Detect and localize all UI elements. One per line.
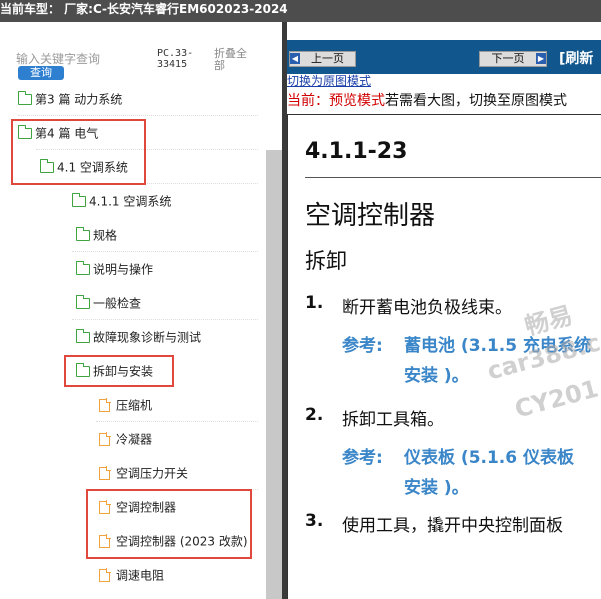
document-icon xyxy=(99,568,111,582)
divider xyxy=(96,421,258,422)
tree-item-label: 4.1.1 空调系统 xyxy=(89,194,172,209)
tree-item-compressor[interactable]: 压缩机 xyxy=(99,388,152,422)
tree-item-label: 故障现象诊断与测试 xyxy=(93,330,202,345)
step-number: 2. xyxy=(305,405,324,425)
next-page-button[interactable]: 下一页 ▶ xyxy=(479,51,547,67)
watermark-text: CY201 xyxy=(511,374,601,424)
step-number: 1. xyxy=(305,293,324,313)
tree-item-label: 调速电阻 xyxy=(116,568,165,583)
prev-page-button[interactable]: ◀ 上一页 xyxy=(289,51,356,67)
tree-item-description[interactable]: 说明与操作 xyxy=(76,252,153,286)
search-input[interactable]: 输入关键字查询 xyxy=(16,50,100,67)
highlight-box-electrical xyxy=(11,119,146,185)
top-bar: 当前车型： 厂家:C-长安汽车睿行EM602023-2024 xyxy=(0,0,601,22)
preview-mode-line: 当前：预览模式若需看大图，切换至原图模式 xyxy=(287,90,567,110)
header-rule xyxy=(305,177,601,178)
search-button[interactable]: 查询 xyxy=(18,66,64,80)
folder-icon xyxy=(76,261,90,275)
document-page: 4.1.1-23 空调控制器 拆卸 1. 断开蓄电池负极线束。 参考: 蓄电池 … xyxy=(287,114,601,599)
tree-item-label: 空调压力开关 xyxy=(116,466,189,481)
tree-item-label: 一般检查 xyxy=(93,296,142,311)
folder-icon xyxy=(18,91,32,105)
tree-item-label: 压缩机 xyxy=(116,398,153,413)
step-text: 断开蓄电池负极线束。 xyxy=(342,298,512,318)
document-viewer: ◀ 上一页 下一页 ▶ [刷新 切换为原图模式 当前：预览模式若需看大图，切换至… xyxy=(287,40,601,599)
reference-label: 参考: xyxy=(342,336,383,356)
highlight-box-controller xyxy=(86,489,252,559)
document-icon xyxy=(99,466,111,480)
document-icon xyxy=(99,398,111,412)
pc-code-label: PC.33-33415 xyxy=(157,48,194,70)
step-text: 使用工具，撬开中央控制面板 xyxy=(342,516,563,536)
arrow-left-icon: ◀ xyxy=(290,53,300,64)
vehicle-model-text: 当前车型： 厂家:C-长安汽车睿行EM602023-2024 xyxy=(0,2,288,16)
document-subtitle: 拆卸 xyxy=(305,249,347,273)
collapse-all-button[interactable]: 折叠全部 xyxy=(214,48,254,72)
tree-item-specs[interactable]: 规格 xyxy=(76,218,117,252)
tree-item-label: 第3 篇 动力系统 xyxy=(35,92,123,107)
divider xyxy=(18,115,258,116)
document-title: 空调控制器 xyxy=(305,201,436,231)
tree-item-pressure-switch[interactable]: 空调压力开关 xyxy=(99,456,188,490)
search-area: 输入关键字查询 查询 PC.33-33415 折叠全部 xyxy=(0,22,260,82)
refresh-link[interactable]: [刷新 xyxy=(559,48,593,68)
arrow-right-icon: ▶ xyxy=(536,53,546,64)
tree-item-diagnosis[interactable]: 故障现象诊断与测试 xyxy=(76,320,201,354)
document-icon xyxy=(99,432,111,446)
folder-icon xyxy=(72,193,86,207)
tree-item-label: 冷凝器 xyxy=(116,432,153,447)
next-page-label: 下一页 xyxy=(491,52,525,65)
switch-original-mode-link[interactable]: 切换为原图模式 xyxy=(287,72,371,89)
prev-page-label: 上一页 xyxy=(311,52,344,65)
folder-icon xyxy=(76,329,90,343)
tree-item-speed-resistor[interactable]: 调速电阻 xyxy=(99,558,164,592)
step-number: 3. xyxy=(305,511,324,531)
highlight-box-removal xyxy=(64,355,174,387)
tree-item-ac-system-411[interactable]: 4.1.1 空调系统 xyxy=(72,184,171,218)
tree-item-label: 规格 xyxy=(93,228,118,243)
tree-item-condenser[interactable]: 冷凝器 xyxy=(99,422,152,456)
step-text: 拆卸工具箱。 xyxy=(342,410,444,430)
reference-link[interactable]: 仪表板 (5.1.6 仪表板 xyxy=(404,443,574,468)
sidebar-tree: 输入关键字查询 查询 PC.33-33415 折叠全部 第3 篇 动力系统 第4… xyxy=(0,22,282,599)
tree-item-power-system[interactable]: 第3 篇 动力系统 xyxy=(18,82,122,116)
preview-hint: 若需看大图，切换至原图模式 xyxy=(385,93,567,109)
sidebar-scrollbar[interactable] xyxy=(266,150,282,599)
reference-link-cont[interactable]: 安装 )。 xyxy=(404,361,469,386)
tree-item-general-check[interactable]: 一般检查 xyxy=(76,286,141,320)
folder-icon xyxy=(76,295,90,309)
divider xyxy=(72,251,258,252)
reference-label: 参考: xyxy=(342,448,383,468)
preview-mode: 预览模式 xyxy=(329,93,385,109)
preview-prefix: 当前： xyxy=(287,93,329,109)
viewer-navbar: ◀ 上一页 下一页 ▶ [刷新 xyxy=(287,40,601,74)
reference-link-cont[interactable]: 安装 )。 xyxy=(404,473,469,498)
tree-item-label: 说明与操作 xyxy=(93,262,154,277)
folder-icon xyxy=(76,227,90,241)
section-number: 4.1.1-23 xyxy=(305,139,408,164)
divider xyxy=(72,319,258,320)
